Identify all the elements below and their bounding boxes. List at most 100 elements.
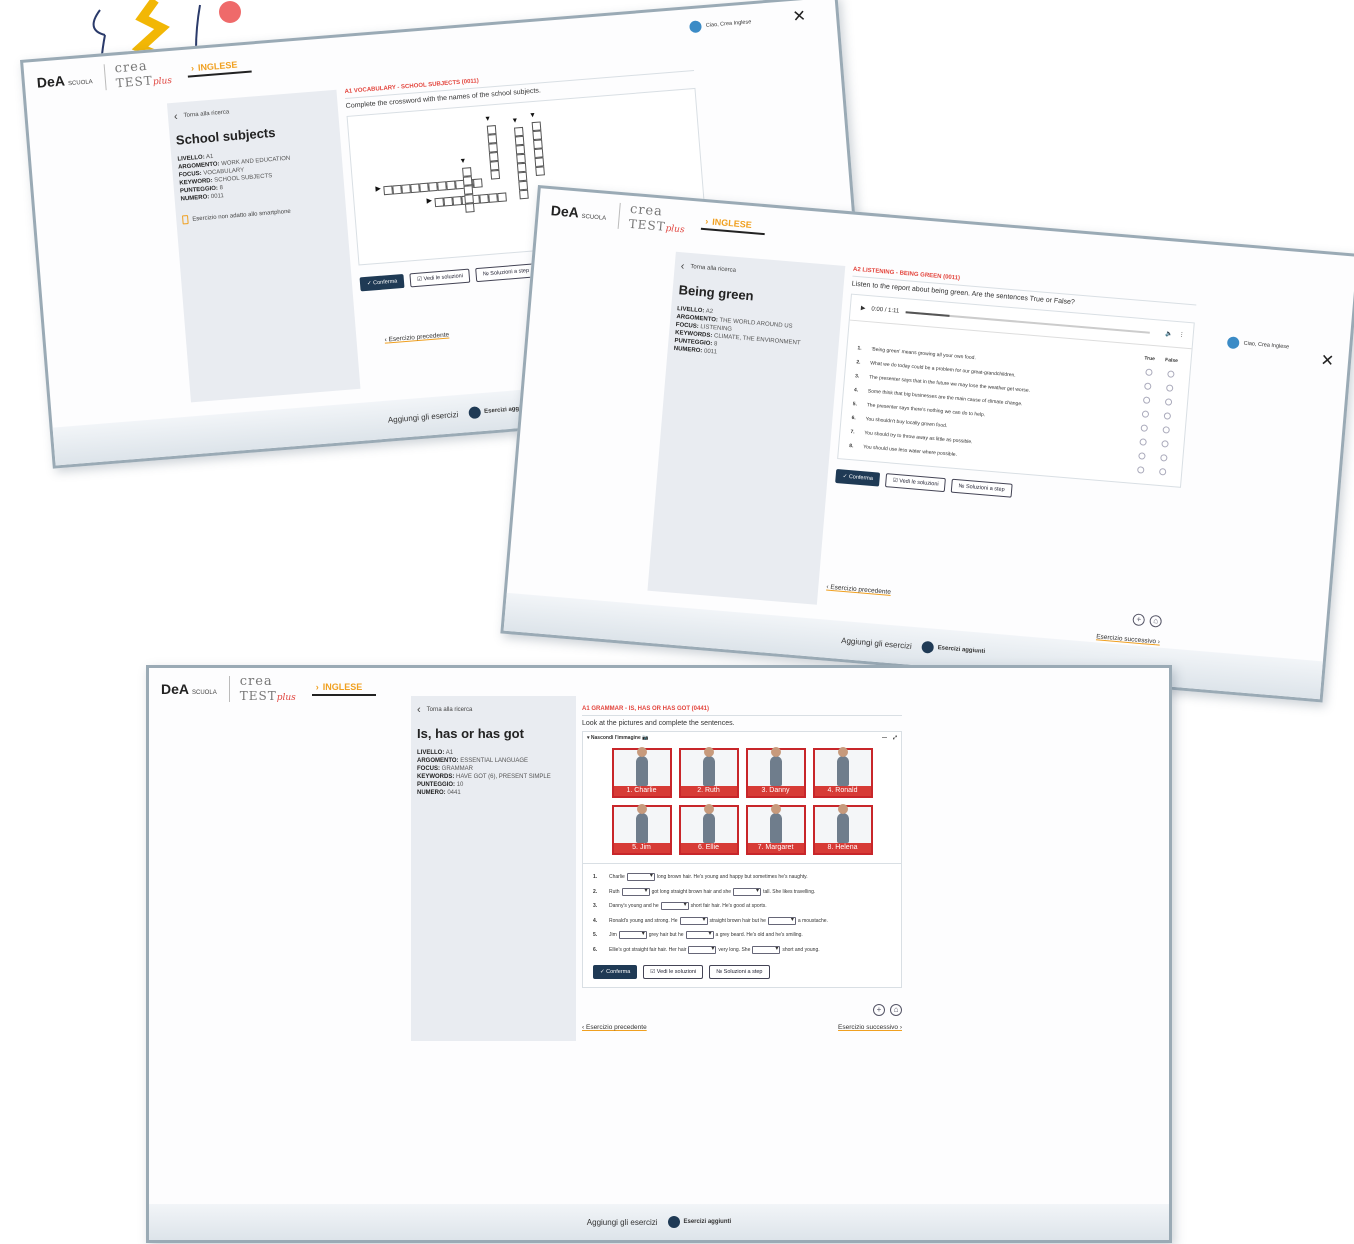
- tf-number: 5.: [852, 401, 858, 408]
- person-caption: 4. Ronald: [814, 786, 871, 796]
- picture-box: ▾ Nascondi l'immagine 📷 — ⤢ 1. Charlie 2.…: [582, 731, 902, 864]
- true-radio[interactable]: [1138, 437, 1147, 446]
- person-caption: 5. Jim: [613, 843, 670, 853]
- true-radio[interactable]: [1137, 451, 1146, 460]
- false-radio[interactable]: [1166, 369, 1175, 378]
- add-icon[interactable]: +: [1132, 613, 1146, 627]
- minimize-icon[interactable]: —: [882, 735, 887, 741]
- next-exercise-link[interactable]: Esercizio successivo ›: [838, 1024, 902, 1031]
- dea-scuola-logo: DeA SCUOLA: [36, 72, 93, 91]
- crossword-cell[interactable]: [464, 203, 475, 213]
- toggle-image-button[interactable]: ▾ Nascondi l'immagine 📷: [587, 735, 648, 741]
- false-radio[interactable]: [1164, 397, 1172, 406]
- confirm-button[interactable]: ✓ Conferma: [593, 965, 638, 979]
- dea-scuola-logo: DeA SCUOLA: [161, 681, 217, 697]
- true-radio[interactable]: [1136, 465, 1145, 474]
- exercise-title: Is, has or has got: [417, 726, 524, 741]
- false-radio[interactable]: [1158, 467, 1167, 476]
- person-photo: 3. Danny: [745, 747, 806, 798]
- add-icon[interactable]: +: [873, 1004, 885, 1016]
- subject-tab[interactable]: INGLESE: [186, 58, 253, 78]
- answer-dropdown[interactable]: [679, 916, 708, 925]
- back-to-search-link[interactable]: ‹ Torna alla ricerca: [680, 260, 844, 286]
- play-icon[interactable]: ▶: [861, 304, 866, 311]
- tf-number: 2.: [856, 359, 861, 366]
- home-icon[interactable]: ⌂: [1149, 614, 1163, 628]
- sentence-text: very long. She: [718, 946, 751, 953]
- person-figure: [769, 804, 782, 843]
- solutions-step-button[interactable]: № Soluzioni a step: [475, 263, 537, 283]
- exercise-main: A2 LISTENING - BEING GREEN (0011) Listen…: [826, 266, 1198, 646]
- home-icon[interactable]: ⌂: [890, 1004, 902, 1016]
- false-radio[interactable]: [1161, 425, 1170, 434]
- see-solutions-button[interactable]: ☑ Vedi le soluzioni: [643, 965, 704, 979]
- add-exercises-label: Aggiungi gli esercizi: [586, 1217, 658, 1227]
- exercise-code: A1 GRAMMAR - IS, HAS OR HAS GOT (0441): [582, 706, 902, 716]
- true-radio[interactable]: [1143, 381, 1152, 390]
- answer-dropdown[interactable]: [685, 930, 714, 940]
- screenshot-is-has-got: DeASCUOLA creaTESTplus INGLESE ‹Torna al…: [146, 665, 1172, 1243]
- false-radio[interactable]: [1163, 411, 1171, 420]
- close-icon[interactable]: ✕: [1320, 350, 1335, 371]
- user-chip[interactable]: Ciao, Crea Inglese: [1227, 336, 1289, 353]
- person-caption: 1. Charlie: [613, 786, 670, 796]
- added-exercises-button[interactable]: Esercizi aggiunti: [921, 640, 985, 658]
- see-solutions-button[interactable]: ☑ Vedi le soluzioni: [885, 473, 947, 493]
- solutions-step-button[interactable]: № Soluzioni a step: [709, 965, 770, 979]
- close-icon[interactable]: ✕: [792, 6, 807, 27]
- true-radio[interactable]: [1142, 395, 1150, 404]
- crossword-cell[interactable]: [519, 189, 529, 200]
- phone-icon: [181, 215, 189, 225]
- previous-exercise-link[interactable]: ‹ Esercizio precedente: [582, 1024, 647, 1031]
- tf-number: 1.: [857, 345, 862, 352]
- listening-box: ▶ 0:00 / 1:11 🔈 ⋮ True False 1. 'Being gre…: [837, 293, 1195, 488]
- answer-dropdown[interactable]: [621, 887, 650, 896]
- answer-dropdown[interactable]: [660, 901, 689, 911]
- confirm-button[interactable]: ✓ Conferma: [835, 468, 881, 487]
- crossword-cell[interactable]: [497, 192, 507, 203]
- answer-dropdown[interactable]: [767, 916, 796, 925]
- audio-time: 0:00 / 1:11: [871, 305, 900, 315]
- answer-dropdown[interactable]: [688, 945, 717, 954]
- true-radio[interactable]: [1144, 367, 1153, 376]
- crossword-cell[interactable]: [473, 178, 483, 189]
- subject-tab[interactable]: INGLESE: [700, 215, 767, 236]
- crossword-cell[interactable]: [490, 169, 501, 180]
- back-to-search-link[interactable]: ‹ Torna alla ricerca: [174, 98, 338, 122]
- see-solutions-button[interactable]: ☑ Vedi le soluzioni: [409, 268, 471, 288]
- answer-dropdown[interactable]: [733, 887, 762, 896]
- sentence-number: 4.: [593, 917, 598, 924]
- sentence-text: Jim: [609, 932, 617, 939]
- avatar: [689, 20, 703, 34]
- false-radio[interactable]: [1159, 453, 1168, 462]
- more-icon[interactable]: ⋮: [1178, 331, 1185, 338]
- previous-exercise-link[interactable]: ‹ Esercizio precedente: [826, 584, 891, 596]
- tf-number: 4.: [853, 387, 859, 394]
- true-radio[interactable]: [1141, 409, 1149, 418]
- exercise-meta: LIVELLO: A2 ARGOMENTO: THE WORLD AROUND …: [673, 306, 801, 356]
- answer-dropdown[interactable]: [626, 872, 655, 882]
- clue-arrow-icon: ▼: [528, 111, 537, 120]
- false-radio[interactable]: [1165, 383, 1174, 392]
- true-radio[interactable]: [1140, 423, 1148, 432]
- previous-exercise-link[interactable]: ‹ Esercizio precedente: [384, 331, 449, 343]
- answer-dropdown[interactable]: [752, 945, 781, 954]
- dea-scuola-logo: DeA SCUOLA: [550, 202, 607, 222]
- answer-dropdown[interactable]: [618, 930, 647, 940]
- crossword-cell[interactable]: [535, 166, 545, 176]
- solutions-step-button[interactable]: № Soluzioni a step: [950, 478, 1013, 498]
- subject-tab[interactable]: INGLESE: [311, 682, 377, 696]
- clue-arrow-icon: ▶: [375, 185, 382, 193]
- badge-icon: [667, 1216, 680, 1228]
- back-to-search-link[interactable]: ‹ Torna alla ricerca: [417, 704, 576, 716]
- volume-icon[interactable]: 🔈: [1165, 330, 1173, 338]
- clue-arrow-icon: ▼: [459, 157, 467, 166]
- sentence-text: a grey beard. He's old and he's smiling.: [715, 932, 803, 939]
- exercise-meta: LIVELLO: A1 ARGOMENTO: WORK AND EDUCATIO…: [177, 153, 291, 203]
- confirm-button[interactable]: ✓ Conferma: [359, 273, 405, 292]
- false-radio[interactable]: [1160, 439, 1169, 448]
- added-exercises-button[interactable]: Esercizi aggiunti: [667, 1216, 731, 1228]
- screenshot-being-green: DeASCUOLA creaTESTplus INGLESE ‹Torna al…: [500, 185, 1354, 703]
- avatar: [1227, 336, 1241, 350]
- expand-icon[interactable]: ⤢: [893, 735, 897, 741]
